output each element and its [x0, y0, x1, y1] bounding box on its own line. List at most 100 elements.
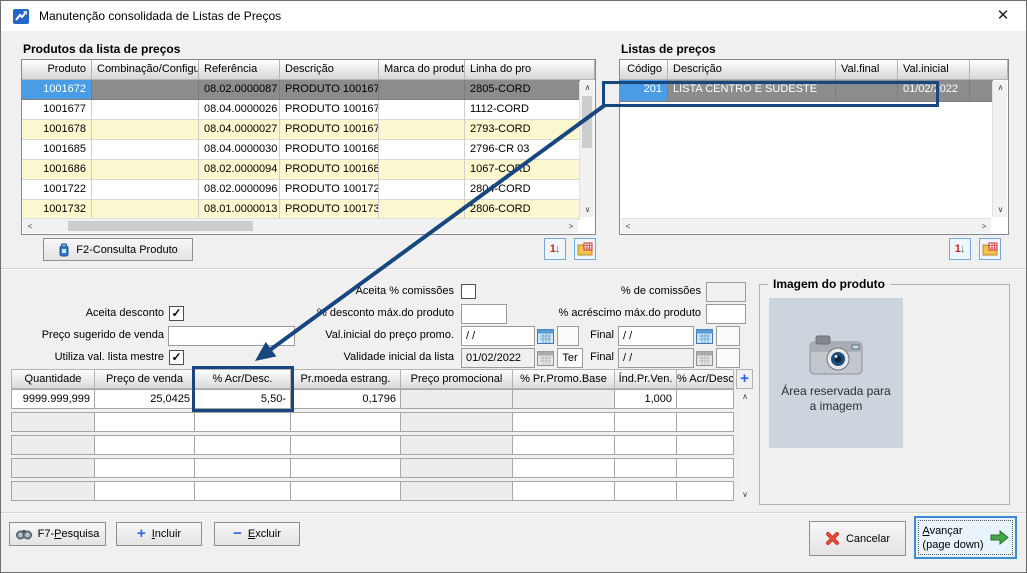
lists-vertical-scrollbar[interactable]: ∧ ∨: [992, 81, 1007, 217]
desconto-max-field[interactable]: [461, 304, 507, 324]
calendar-icon[interactable]: [696, 328, 713, 345]
cell-quantidade[interactable]: 9999.999,999: [11, 389, 95, 409]
col-combinacao[interactable]: Combinação/Configuração: [92, 60, 199, 80]
cell-acr-desc[interactable]: [195, 412, 291, 432]
col-val-inicial[interactable]: Val.inicial: [898, 60, 970, 80]
scroll-right-icon[interactable]: >: [977, 219, 991, 234]
col-linha[interactable]: Linha do pro: [465, 60, 595, 80]
cell-ind-pr-ven[interactable]: [615, 481, 677, 501]
table-row[interactable]: 1001678 08.04.0000027 PRODUTO 1001678 27…: [22, 120, 580, 140]
cell-pr-promo-base[interactable]: [513, 389, 615, 409]
cell-moeda-estrang[interactable]: [291, 435, 401, 455]
cell-preco-promocional[interactable]: [401, 389, 513, 409]
scroll-up-icon[interactable]: ∧: [738, 391, 752, 403]
cell-acr-desc[interactable]: [195, 481, 291, 501]
cell-acr-desc-2[interactable]: [677, 412, 734, 432]
cell-acr-desc[interactable]: 5,50-: [195, 389, 291, 409]
scroll-down-icon[interactable]: ∨: [993, 203, 1008, 217]
sort-order-button[interactable]: 1 ↓: [949, 238, 971, 260]
utiliza-val-mestre-checkbox[interactable]: ✓: [169, 350, 184, 365]
lists-horizontal-scrollbar[interactable]: < >: [621, 218, 991, 233]
col-produto[interactable]: Produto: [22, 60, 92, 80]
cell-acr-desc-2[interactable]: [677, 481, 734, 501]
f2-consulta-produto-button[interactable]: F2-Consulta Produto: [43, 238, 193, 261]
col-descricao[interactable]: Descrição: [280, 60, 379, 80]
cell-pr-promo-base[interactable]: [513, 412, 615, 432]
cell-preco-promocional[interactable]: [401, 435, 513, 455]
cell-preco-venda[interactable]: [95, 435, 195, 455]
table-row[interactable]: 201 LISTA CENTRO E SUDESTE 01/02/2022: [620, 80, 993, 102]
table-row[interactable]: 1001685 08.04.0000030 PRODUTO 1001685 27…: [22, 140, 580, 160]
avancar-button[interactable]: Avançar(page down): [914, 516, 1017, 559]
cell-acr-desc-2[interactable]: [677, 435, 734, 455]
sort-order-button[interactable]: 1 ↓: [544, 238, 566, 260]
col-referencia[interactable]: Referência: [199, 60, 280, 80]
products-vertical-scrollbar[interactable]: ∧ ∨: [579, 81, 594, 217]
scroll-thumb[interactable]: [68, 221, 253, 231]
cell-preco-venda[interactable]: [95, 412, 195, 432]
cell-preco-venda[interactable]: [95, 481, 195, 501]
col-descricao[interactable]: Descrição: [668, 60, 836, 80]
cell-quantidade[interactable]: [11, 458, 95, 478]
incluir-button[interactable]: + Incluir: [116, 522, 202, 546]
close-icon[interactable]: ✕: [988, 4, 1018, 28]
cell-ind-pr-ven[interactable]: [615, 458, 677, 478]
table-row[interactable]: 1001732 08.01.0000013 PRODUTO 1001732 28…: [22, 200, 580, 220]
grid-row-empty[interactable]: [11, 435, 734, 455]
col-val-final[interactable]: Val.final: [836, 60, 898, 80]
cell-pr-promo-base[interactable]: [513, 435, 615, 455]
cell-preco-promocional[interactable]: [401, 481, 513, 501]
acrescimo-max-field[interactable]: [706, 304, 746, 324]
cell-acr-desc[interactable]: [195, 435, 291, 455]
grid-row-empty[interactable]: [11, 412, 734, 432]
export-grid-button[interactable]: [574, 238, 596, 260]
table-row[interactable]: 1001686 08.02.0000094 PRODUTO 1001686 10…: [22, 160, 580, 180]
cell-moeda-estrang[interactable]: [291, 458, 401, 478]
scroll-up-icon[interactable]: ∧: [580, 81, 595, 95]
scroll-up-icon[interactable]: ∧: [993, 81, 1008, 95]
calendar-icon[interactable]: [537, 328, 554, 345]
cell-moeda-estrang[interactable]: 0,1796: [291, 389, 401, 409]
grid-row[interactable]: 9999.999,999 25,0425 5,50- 0,1796 1,000: [11, 389, 734, 409]
col-codigo[interactable]: Código: [620, 60, 668, 80]
cell-pr-promo-base[interactable]: [513, 458, 615, 478]
aceita-comissoes-checkbox[interactable]: [461, 284, 476, 299]
val-inicial-promo-field[interactable]: / /: [461, 326, 535, 346]
cell-preco-promocional[interactable]: [401, 412, 513, 432]
final-promo-field[interactable]: / /: [618, 326, 694, 346]
cell-preco-venda[interactable]: 25,0425: [95, 389, 195, 409]
products-horizontal-scrollbar[interactable]: < >: [23, 218, 578, 233]
table-row[interactable]: 1001722 08.02.0000096 PRODUTO 1001722 28…: [22, 180, 580, 200]
table-row[interactable]: 1001672 08.02.0000087 PRODUTO 1001672 28…: [22, 80, 580, 100]
cell-moeda-estrang[interactable]: [291, 412, 401, 432]
cell-preco-promocional[interactable]: [401, 458, 513, 478]
cell-acr-desc-2[interactable]: [677, 458, 734, 478]
export-grid-button[interactable]: [979, 238, 1001, 260]
cell-pr-promo-base[interactable]: [513, 481, 615, 501]
add-row-button[interactable]: +: [736, 369, 753, 389]
scroll-down-icon[interactable]: ∨: [738, 489, 752, 501]
cell-moeda-estrang[interactable]: [291, 481, 401, 501]
cell-ind-pr-ven[interactable]: [615, 412, 677, 432]
cell-acr-desc[interactable]: [195, 458, 291, 478]
cell-quantidade[interactable]: [11, 412, 95, 432]
scroll-thumb[interactable]: [582, 96, 592, 148]
excluir-button[interactable]: − Excluir: [214, 522, 300, 546]
scroll-left-icon[interactable]: <: [621, 219, 635, 234]
scroll-down-icon[interactable]: ∨: [580, 203, 595, 217]
cell-preco-venda[interactable]: [95, 458, 195, 478]
cell-ind-pr-ven[interactable]: 1,000: [615, 389, 677, 409]
scroll-right-icon[interactable]: >: [564, 219, 578, 234]
table-row[interactable]: 1001677 08.04.0000026 PRODUTO 1001677 11…: [22, 100, 580, 120]
cell-quantidade[interactable]: [11, 435, 95, 455]
f7-pesquisa-button[interactable]: F7-Pesquisa: [9, 522, 106, 546]
aceita-desconto-checkbox[interactable]: ✓: [169, 306, 184, 321]
scroll-left-icon[interactable]: <: [23, 219, 37, 234]
grid-row-empty[interactable]: [11, 481, 734, 501]
col-marca[interactable]: Marca do produto: [379, 60, 465, 80]
grid-row-empty[interactable]: [11, 458, 734, 478]
cell-quantidade[interactable]: [11, 481, 95, 501]
grid-vertical-scrollbar[interactable]: ∧ ∨: [738, 391, 752, 501]
cell-acr-desc-2[interactable]: [677, 389, 734, 409]
cell-ind-pr-ven[interactable]: [615, 435, 677, 455]
